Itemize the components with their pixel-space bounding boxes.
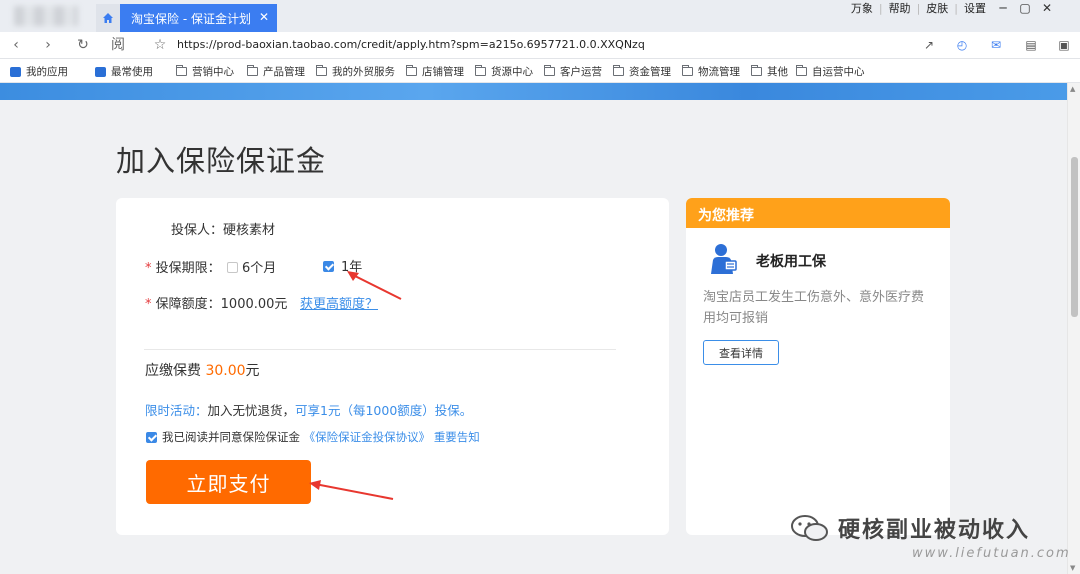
home-tab[interactable] [96, 4, 120, 32]
promo-prefix: 限时活动： [145, 403, 208, 418]
premium-value: 30.00 [205, 363, 246, 379]
folder-icon [475, 65, 486, 76]
term-6m-label[interactable]: 6个月 [242, 257, 276, 276]
bookmarks-bar: 我的应用 最常使用 营销中心 产品管理 我的外贸服务 店铺管理 货源中心 客户运… [0, 59, 1080, 83]
header-banner [0, 83, 1067, 100]
promo-highlight: 可享1元（每1000额度）投保。 [295, 403, 473, 418]
agree-text: 我已阅读并同意保险保证金 [162, 430, 300, 444]
bookmark-folder[interactable]: 资金管理 [613, 64, 671, 79]
bookmark-folder[interactable]: 我的外贸服务 [316, 64, 395, 79]
agree-row: 我已阅读并同意保险保证金 《保险保证金投保协议》 重要告知 [162, 429, 480, 445]
refresh-icon[interactable]: ↻ [73, 36, 93, 54]
folder-icon [751, 65, 762, 76]
address-bar: ‹ › ↻ 阅 ☆ https://prod-baoxian.taobao.co… [0, 32, 1080, 59]
mail-icon[interactable]: ✉ [988, 37, 1004, 53]
recommend-header: 为您推荐 [686, 198, 950, 228]
folder-icon [544, 65, 555, 76]
maximize-icon[interactable]: ▢ [1014, 1, 1036, 15]
coverage-label: 保障额度： [155, 297, 221, 312]
coverage-row: * 保障额度：1000.00元 [145, 293, 287, 312]
insurer-value: 硬核素材 [223, 223, 276, 238]
term-6m-checkbox[interactable] [227, 262, 238, 273]
view-details-button[interactable]: 查看详情 [703, 340, 779, 365]
recommend-card: 为您推荐 老板用工保 淘宝店员工发生工伤意外、意外医疗费用均可报销 查看详情 [686, 198, 950, 535]
folder-icon [406, 65, 417, 76]
scroll-up-icon[interactable]: ▲ [1070, 85, 1075, 93]
insurer-row: 投保人：硬核素材 [171, 219, 275, 238]
required-mark: * [145, 261, 152, 276]
blurred-logo [14, 6, 78, 26]
bookmark-my-apps[interactable]: 我的应用 [10, 64, 68, 79]
reader-icon[interactable]: 阅 [108, 36, 128, 54]
arrow-annotation [347, 271, 402, 300]
bookmark-folder[interactable]: 其他 [751, 64, 788, 79]
required-mark: * [145, 297, 152, 312]
menu-help[interactable]: 帮助 [883, 0, 917, 16]
promo-text: 加入无忧退货， [207, 403, 296, 418]
folder-icon [247, 65, 258, 76]
premium-label: 应缴保费 [145, 363, 201, 379]
term-1y-checkbox[interactable] [323, 261, 334, 272]
worker-insurance-icon [711, 244, 737, 274]
menu-settings[interactable]: 设置 [958, 0, 992, 16]
folder-icon [613, 65, 624, 76]
bookmark-most-used[interactable]: 最常使用 [95, 64, 153, 79]
watermark-url: www.liefutuan.com [912, 546, 1071, 561]
folder-icon [682, 65, 693, 76]
forward-icon[interactable]: › [38, 36, 58, 54]
history-icon[interactable]: ◴ [954, 37, 970, 53]
promo-row: 限时活动：加入无忧退货，可享1元（每1000额度）投保。 [145, 400, 472, 419]
folder-icon [796, 65, 807, 76]
menu-wanxiang[interactable]: 万象 [845, 0, 879, 16]
bookmark-folder[interactable]: 货源中心 [475, 64, 533, 79]
bookmark-folder[interactable]: 客户运营 [544, 64, 602, 79]
app-icon [10, 66, 21, 77]
premium-row: 应缴保费 30.00元 [145, 360, 260, 380]
tab-close-icon[interactable]: ✕ [259, 10, 269, 24]
folder-icon [176, 65, 187, 76]
watermark: 硬核副业被动收入 [790, 512, 1030, 544]
pay-now-button[interactable]: 立即支付 [146, 460, 311, 504]
premium-unit: 元 [245, 363, 260, 379]
back-icon[interactable]: ‹ [6, 36, 26, 54]
bag-icon[interactable]: ▣ [1056, 37, 1072, 53]
bookmark-folder[interactable]: 自运营中心 [796, 64, 865, 79]
bookmark-folder[interactable]: 营销中心 [176, 64, 234, 79]
bookmark-folder[interactable]: 产品管理 [247, 64, 305, 79]
bookmark-folder[interactable]: 物流管理 [682, 64, 740, 79]
term-label-row: * 投保期限： [145, 257, 221, 276]
wechat-icon [791, 515, 828, 541]
app-icon [95, 66, 106, 77]
url-field[interactable]: https://prod-baoxian.taobao.com/credit/a… [177, 38, 645, 51]
scroll-thumb[interactable] [1071, 157, 1078, 317]
term-label: 投保期限： [155, 261, 221, 276]
menu-skin[interactable]: 皮肤 [920, 0, 954, 16]
close-window-icon[interactable]: ✕ [1036, 1, 1058, 15]
recommend-description: 淘宝店员工发生工伤意外、意外医疗费用均可报销 [703, 290, 925, 326]
insurance-form-card: 投保人：硬核素材 * 投保期限： 6个月 1年 * 保障额度：1000.00元 … [116, 198, 669, 535]
star-icon[interactable]: ☆ [150, 36, 170, 54]
recommend-title: 老板用工保 [756, 254, 826, 270]
scrollbar[interactable]: ▲ ▼ [1067, 83, 1080, 574]
page-title: 加入保险保证金 [116, 144, 327, 178]
watermark-text: 硬核副业被动收入 [838, 518, 1031, 543]
card-icon[interactable]: ▤ [1023, 37, 1039, 53]
insurer-label: 投保人： [171, 223, 224, 238]
tab-active[interactable]: 淘宝保险 - 保证金计划 ✕ [120, 4, 277, 32]
title-bar: 淘宝保险 - 保证金计划 ✕ 万象 | 帮助 | 皮肤 | 设置 ─ ▢ ✕ [0, 0, 1080, 32]
agreement-link[interactable]: 《保险保证金投保协议》 [304, 430, 431, 444]
coverage-value: 1000.00元 [220, 297, 288, 312]
folder-icon [316, 65, 327, 76]
minimize-icon[interactable]: ─ [992, 1, 1014, 15]
home-icon [103, 13, 113, 23]
arrow-annotation [309, 480, 394, 500]
window-menu: 万象 | 帮助 | 皮肤 | 设置 ─ ▢ ✕ [845, 0, 1058, 16]
agree-checkbox[interactable] [146, 432, 157, 443]
scroll-down-icon[interactable]: ▼ [1070, 564, 1075, 572]
notice-link[interactable]: 重要告知 [434, 430, 480, 444]
divider [144, 349, 616, 350]
tab-title: 淘宝保险 - 保证金计划 [131, 11, 251, 26]
share-icon[interactable]: ↗ [921, 37, 937, 53]
bookmark-folder[interactable]: 店铺管理 [406, 64, 464, 79]
